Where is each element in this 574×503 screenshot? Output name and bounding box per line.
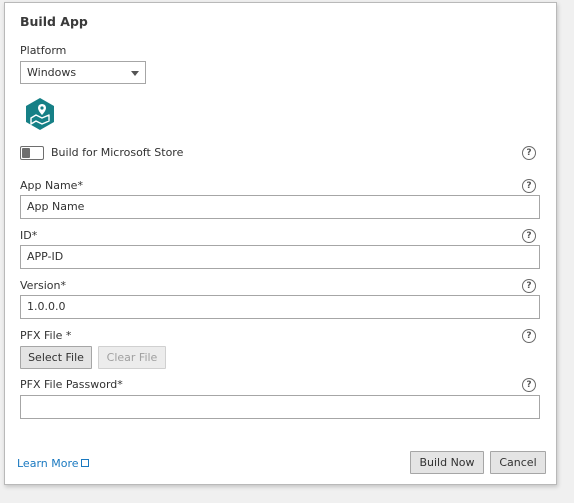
build-app-dialog: Build App Platform Windows Build for Mic… [4,2,557,485]
select-file-button[interactable]: Select File [20,346,92,369]
toggle-knob [22,148,30,158]
version-value: 1.0.0.0 [27,300,66,313]
platform-label: Platform [20,44,67,57]
store-toggle[interactable] [20,146,44,160]
learn-more-link[interactable]: Learn More [17,457,89,470]
version-input[interactable]: 1.0.0.0 [20,295,540,319]
app-name-input[interactable]: App Name [20,195,540,219]
pfx-password-input[interactable] [20,395,540,419]
help-circle-icon[interactable]: ? [522,146,536,160]
pfx-password-label: PFX File Password* [20,378,123,391]
app-name-value: App Name [27,200,85,213]
help-circle-icon[interactable]: ? [522,378,536,392]
help-circle-icon[interactable]: ? [522,179,536,193]
store-toggle-label: Build for Microsoft Store [51,146,184,159]
build-now-button[interactable]: Build Now [410,451,484,474]
platform-select[interactable]: Windows [20,61,146,84]
chevron-down-icon [131,71,139,76]
dialog-title: Build App [20,14,88,29]
version-label: Version* [20,279,66,292]
learn-more-label: Learn More [17,457,79,470]
pfx-file-label: PFX File * [20,329,72,342]
map-app-icon [23,97,57,131]
platform-selected-value: Windows [27,66,77,79]
id-input[interactable]: APP-ID [20,245,540,269]
cancel-button[interactable]: Cancel [490,451,546,474]
id-value: APP-ID [27,250,64,263]
help-circle-icon[interactable]: ? [522,329,536,343]
app-name-label: App Name* [20,179,83,192]
help-circle-icon[interactable]: ? [522,229,536,243]
id-label: ID* [20,229,38,242]
external-link-icon [80,459,89,467]
help-circle-icon[interactable]: ? [522,279,536,293]
clear-file-button[interactable]: Clear File [98,346,166,369]
